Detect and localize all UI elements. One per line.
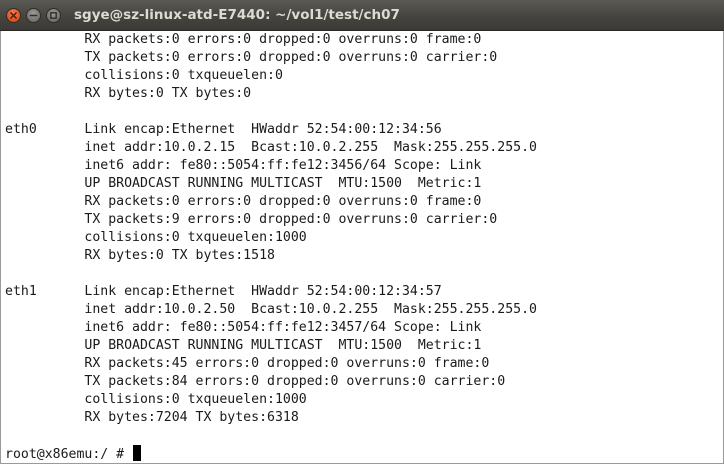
title-bar[interactable]: sgye@sz-linux-atd-E7440: ~/vol1/test/ch0… (0, 0, 724, 31)
terminal-line: inet6 addr: fe80::5054:ff:fe12:3457/64 S… (5, 320, 482, 335)
terminal-window: sgye@sz-linux-atd-E7440: ~/vol1/test/ch0… (0, 0, 724, 464)
terminal-line: inet6 addr: fe80::5054:ff:fe12:3456/64 S… (5, 158, 482, 173)
terminal-line: TX packets:0 errors:0 dropped:0 overruns… (5, 50, 498, 65)
window-title: sgye@sz-linux-atd-E7440: ~/vol1/test/ch0… (74, 7, 400, 23)
command-prompt-line[interactable]: root@x86emu:/ # (5, 445, 142, 463)
terminal-line: UP BROADCAST RUNNING MULTICAST MTU:1500 … (5, 338, 482, 353)
terminal-line: inet addr:10.0.2.50 Bcast:10.0.2.255 Mas… (5, 302, 537, 317)
terminal-line: RX packets:0 errors:0 dropped:0 overruns… (5, 194, 482, 209)
maximize-icon[interactable] (46, 8, 61, 23)
terminal-line: collisions:0 txqueuelen:1000 (5, 392, 307, 407)
terminal-line: eth0 Link encap:Ethernet HWaddr 52:54:00… (5, 122, 442, 137)
terminal-line: TX packets:84 errors:0 dropped:0 overrun… (5, 374, 506, 389)
shell-prompt: root@x86emu:/ # (5, 447, 133, 462)
terminal-line: RX bytes:0 TX bytes:1518 (5, 248, 275, 263)
terminal-line: collisions:0 txqueuelen:1000 (5, 230, 307, 245)
terminal-line: RX packets:0 errors:0 dropped:0 overruns… (5, 32, 482, 47)
terminal-line: RX packets:45 errors:0 dropped:0 overrun… (5, 356, 490, 371)
terminal-line: inet addr:10.0.2.15 Bcast:10.0.2.255 Mas… (5, 140, 537, 155)
terminal-output[interactable]: RX packets:0 errors:0 dropped:0 overruns… (0, 31, 724, 464)
minimize-icon[interactable] (26, 8, 41, 23)
close-icon[interactable] (6, 8, 21, 23)
terminal-line: RX bytes:7204 TX bytes:6318 (5, 410, 299, 425)
text-cursor (133, 445, 142, 461)
terminal-line: UP BROADCAST RUNNING MULTICAST MTU:1500 … (5, 176, 482, 191)
terminal-line: eth1 Link encap:Ethernet HWaddr 52:54:00… (5, 284, 442, 299)
terminal-line: TX packets:9 errors:0 dropped:0 overruns… (5, 212, 498, 227)
terminal-line: collisions:0 txqueuelen:0 (5, 68, 283, 83)
terminal-line: RX bytes:0 TX bytes:0 (5, 86, 252, 101)
